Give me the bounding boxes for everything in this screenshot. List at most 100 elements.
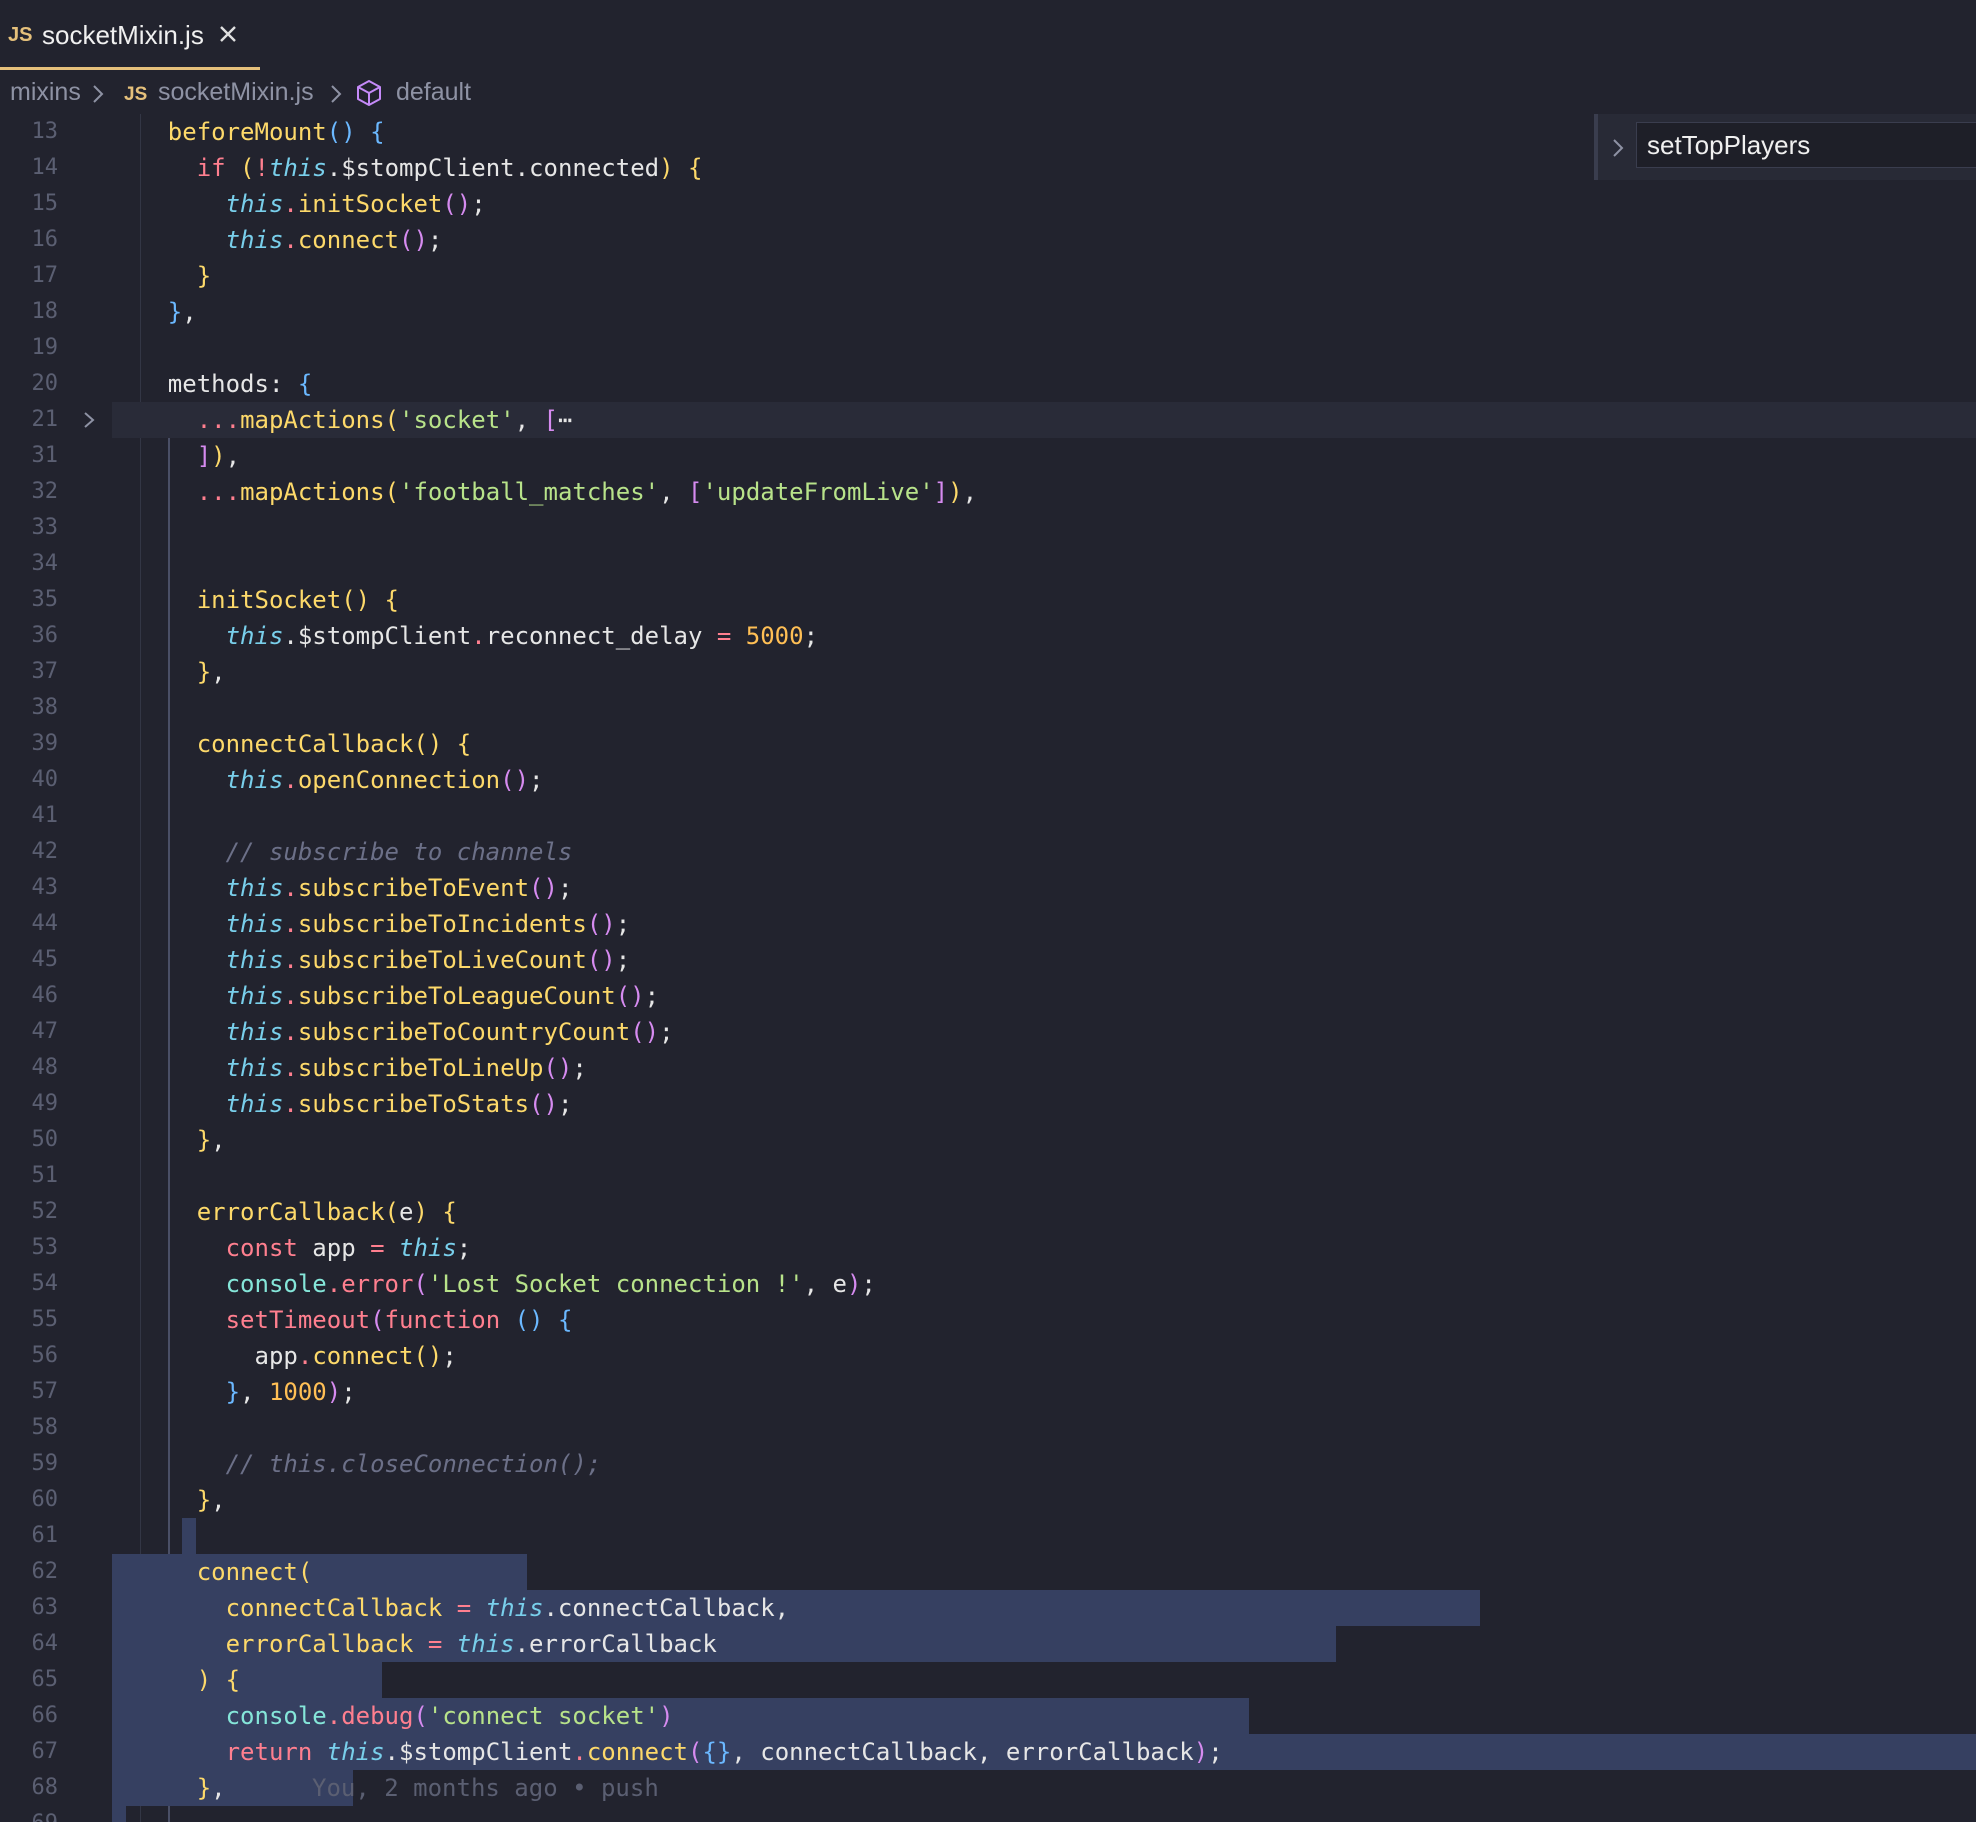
code-text: }, — [110, 654, 226, 690]
code-line[interactable]: 43 this.subscribeToEvent(); — [0, 870, 1976, 906]
code-line[interactable]: 49 this.subscribeToStats(); — [0, 1086, 1976, 1122]
module-cube-icon — [357, 80, 381, 106]
code-line[interactable]: 38 — [0, 690, 1976, 726]
code-line[interactable]: 15 this.initSocket(); — [0, 186, 1976, 222]
breadcrumb-symbol[interactable]: default — [396, 78, 471, 107]
token: mapActions — [240, 478, 385, 506]
code-line[interactable]: 47 this.subscribeToCountryCount(); — [0, 1014, 1976, 1050]
code-line[interactable]: 46 this.subscribeToLeagueCount(); — [0, 978, 1976, 1014]
code-line[interactable]: 52 errorCallback(e) { — [0, 1194, 1976, 1230]
fold-chevron-icon[interactable] — [80, 410, 98, 430]
token: methods: — [167, 370, 298, 398]
code-line[interactable]: 45 this.subscribeToLiveCount(); — [0, 942, 1976, 978]
token: error — [341, 1270, 414, 1298]
code-line[interactable]: 50 }, — [0, 1122, 1976, 1158]
code-line[interactable]: 60 }, — [0, 1482, 1976, 1518]
code-text: }, 1000); — [110, 1374, 356, 1410]
breadcrumb-folder[interactable]: mixins — [10, 78, 81, 107]
code-line[interactable]: 18 }, — [0, 294, 1976, 330]
code-text: beforeMount() { — [110, 114, 385, 150]
line-number: 49 — [31, 1091, 59, 1116]
token: ( — [384, 1198, 399, 1226]
tab-socketmixin[interactable]: JS socketMixin.js — [0, 0, 260, 70]
code-line[interactable]: 31 ]), — [0, 438, 1976, 474]
code-line[interactable]: 37 }, — [0, 654, 1976, 690]
token: this — [225, 910, 284, 938]
token: () { — [326, 118, 385, 146]
code-text: this.subscribeToLineUp(); — [110, 1050, 587, 1086]
token: errorCallback — [225, 1630, 428, 1658]
code-line[interactable]: 41 — [0, 798, 1976, 834]
token: . — [326, 1702, 342, 1730]
code-line[interactable]: 58 — [0, 1410, 1976, 1446]
code-line[interactable]: 34 — [0, 546, 1976, 582]
line-number: 17 — [31, 263, 59, 288]
code-line[interactable]: 33 — [0, 510, 1976, 546]
code-text: ...mapActions('socket', [⋯ — [110, 402, 573, 438]
code-line[interactable]: 68 }, You, 2 months ago • push — [0, 1770, 1976, 1806]
code-text: ]), — [110, 438, 240, 474]
code-line[interactable]: 55 setTimeout(function () { — [0, 1302, 1976, 1338]
token: () — [586, 946, 616, 974]
code-line[interactable]: 39 connectCallback() { — [0, 726, 1976, 762]
code-line[interactable]: 61 — [0, 1518, 1976, 1554]
code-line[interactable]: 56 app.connect(); — [0, 1338, 1976, 1374]
code-line[interactable]: 20 methods: { — [0, 366, 1976, 402]
code-line[interactable]: 44 this.subscribeToIncidents(); — [0, 906, 1976, 942]
code-line[interactable]: 40 this.openConnection(); — [0, 762, 1976, 798]
token: subscribeToLeagueCount — [297, 982, 616, 1010]
code-line[interactable]: 66 console.debug('connect socket') — [0, 1698, 1976, 1734]
breadcrumb-file[interactable]: socketMixin.js — [158, 78, 314, 107]
code-line[interactable]: 36 this.$stompClient.reconnect_delay = 5… — [0, 618, 1976, 654]
code-line[interactable]: 69 — [0, 1806, 1976, 1822]
close-icon[interactable] — [214, 20, 242, 48]
line-number: 32 — [31, 479, 59, 504]
token: ; — [861, 1270, 876, 1298]
find-input[interactable]: setTopPlayers — [1636, 122, 1976, 168]
code-line[interactable]: 67 return this.$stompClient.connect({}, … — [0, 1734, 1976, 1770]
code-line[interactable]: 21 ...mapActions('socket', [⋯ — [0, 402, 1976, 438]
token: ; — [456, 1234, 472, 1262]
code-line[interactable]: 64 errorCallback = this.errorCallback — [0, 1626, 1976, 1662]
code-editor[interactable]: 13 beforeMount() {14 if (!this.$stompCli… — [0, 114, 1976, 1822]
token: this — [268, 154, 327, 182]
code-line[interactable]: 59 // this.closeConnection(); — [0, 1446, 1976, 1482]
code-text: this.subscribeToEvent(); — [110, 870, 573, 906]
code-line[interactable]: 62 connect( — [0, 1554, 1976, 1590]
token: [ — [688, 478, 703, 506]
code-line[interactable]: 65 ) { — [0, 1662, 1976, 1698]
code-line[interactable]: 57 }, 1000); — [0, 1374, 1976, 1410]
code-line[interactable]: 16 this.connect(); — [0, 222, 1976, 258]
code-line[interactable]: 54 console.error('Lost Socket connection… — [0, 1266, 1976, 1302]
token: } — [196, 1774, 212, 1802]
code-line[interactable]: 17 } — [0, 258, 1976, 294]
token: ] — [933, 478, 949, 506]
line-number: 52 — [31, 1199, 59, 1224]
code-text: connectCallback = this.connectCallback, — [110, 1590, 790, 1626]
code-line[interactable]: 48 this.subscribeToLineUp(); — [0, 1050, 1976, 1086]
code-line[interactable]: 35 initSocket() { — [0, 582, 1976, 618]
token: .connectCallback, — [543, 1594, 790, 1622]
code-line[interactable]: 19 — [0, 330, 1976, 366]
code-line[interactable]: 53 const app = this; — [0, 1230, 1976, 1266]
code-line[interactable]: 51 — [0, 1158, 1976, 1194]
code-line[interactable]: 32 ...mapActions('football_matches', ['u… — [0, 474, 1976, 510]
token: , — [962, 478, 978, 506]
token: app — [254, 1342, 298, 1370]
chevron-right-icon[interactable] — [1610, 136, 1626, 160]
line-number: 37 — [31, 659, 59, 684]
code-line[interactable]: 42 // subscribe to channels — [0, 834, 1976, 870]
line-number: 51 — [31, 1163, 59, 1188]
token: this — [485, 1594, 544, 1622]
token: () { — [413, 730, 472, 758]
token: this — [225, 1018, 284, 1046]
code-line[interactable]: 63 connectCallback = this.connectCallbac… — [0, 1590, 1976, 1626]
